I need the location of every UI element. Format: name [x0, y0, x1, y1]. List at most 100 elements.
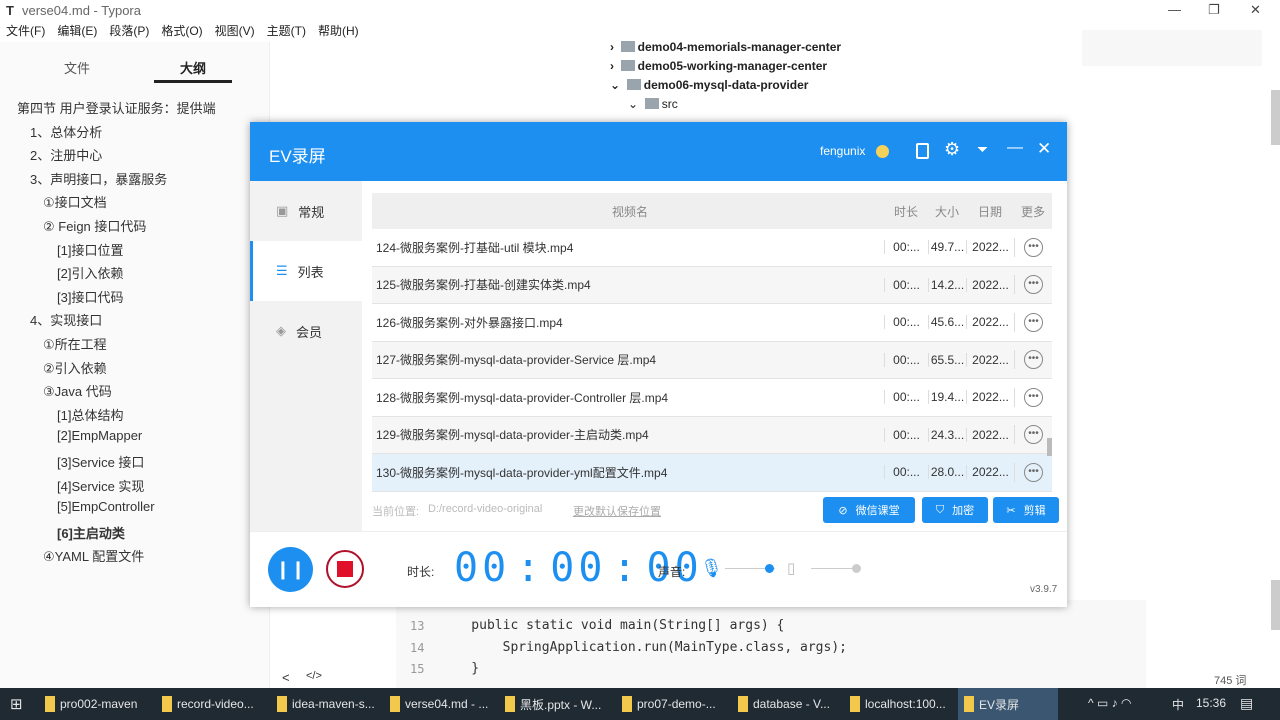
encrypt-button[interactable]: ⛉ 加密	[922, 497, 988, 523]
more-icon[interactable]: •••	[1024, 462, 1043, 482]
code-line[interactable]: public static void main(String[] args) {	[440, 618, 784, 633]
tab-files[interactable]: 文件	[64, 58, 90, 77]
tree-item[interactable]: ⌄ demo06-mysql-data-provider	[610, 78, 808, 92]
outline-item[interactable]: [3]Service 接口	[57, 452, 144, 471]
taskbar-item[interactable]: localhost:100...	[850, 688, 946, 720]
outline-item[interactable]: 3、声明接口，暴露服务	[30, 169, 167, 188]
taskbar-item[interactable]: verse04.md - ...	[390, 688, 488, 720]
col-size[interactable]: 大小	[928, 203, 966, 220]
wechat-class-button[interactable]: ⊘ 微信课堂	[823, 497, 915, 523]
more-icon[interactable]: •••	[1024, 275, 1043, 295]
clock[interactable]: 15:36	[1196, 696, 1226, 710]
menu-view[interactable]: 视图(V)	[215, 22, 255, 42]
menu-paragraph[interactable]: 段落(P)	[109, 22, 149, 42]
stop-button[interactable]	[326, 550, 364, 588]
speaker-volume-slider[interactable]	[811, 564, 861, 573]
code-line[interactable]: SpringApplication.run(MainType.class, ar…	[440, 640, 847, 655]
table-scrollbar[interactable]	[1047, 438, 1052, 456]
more-icon[interactable]: •••	[1024, 237, 1043, 257]
minimize-icon[interactable]: —	[1168, 2, 1181, 17]
nav-general[interactable]: ▣ 常规	[250, 181, 362, 241]
taskbar-item[interactable]: record-video...	[162, 688, 254, 720]
code-line[interactable]: }	[440, 661, 479, 676]
close-icon[interactable]: ✕	[1250, 2, 1261, 18]
outline-item[interactable]: [6]主启动类	[57, 523, 125, 542]
change-location-link[interactable]: 更改默认保存位置	[573, 503, 661, 519]
close-icon[interactable]: ✕	[1037, 139, 1051, 159]
tab-outline[interactable]: 大纲	[180, 58, 206, 77]
taskbar-label: EV录屏	[979, 697, 1020, 712]
slider-handle[interactable]	[765, 564, 774, 573]
table-row[interactable]: 130-微服务案例-mysql-data-provider-yml配置文件.mp…	[372, 454, 1052, 492]
taskbar-item[interactable]: 黑板.pptx - W...	[505, 688, 601, 720]
mini-mode-icon[interactable]	[916, 143, 929, 159]
source-code-icon[interactable]: </>	[306, 670, 322, 682]
edit-button[interactable]: ✂ 剪辑	[993, 497, 1059, 523]
outline-item[interactable]: ①接口文档	[43, 192, 107, 211]
taskbar-item[interactable]: pro002-maven	[45, 688, 137, 720]
menu-edit[interactable]: 编辑(E)	[57, 22, 97, 42]
tree-item[interactable]: › demo05-working-manager-center	[610, 59, 827, 73]
table-row[interactable]: 127-微服务案例-mysql-data-provider-Service 层.…	[372, 341, 1052, 379]
ime-indicator[interactable]: 中	[1172, 696, 1184, 713]
more-icon[interactable]: •••	[1024, 312, 1043, 332]
outline-item[interactable]: ③Java 代码	[43, 381, 112, 400]
table-row[interactable]: 129-微服务案例-mysql-data-provider-主启动类.mp4 00…	[372, 416, 1052, 454]
taskbar-item[interactable]: EV录屏	[958, 688, 1058, 720]
outline-item[interactable]: ② Feign 接口代码	[43, 216, 146, 235]
outline-item[interactable]: ④YAML 配置文件	[43, 546, 144, 565]
tree-item[interactable]: › demo04-memorials-manager-center	[610, 40, 841, 54]
cell-dur: 00:...	[884, 277, 928, 292]
speaker-icon[interactable]: ▯	[787, 559, 795, 577]
taskbar-item[interactable]: pro07-demo-...	[622, 688, 716, 720]
outline-item[interactable]: 2、注册中心	[30, 145, 102, 164]
col-name[interactable]: 视频名	[372, 203, 884, 220]
outline-item[interactable]: [2]EmpMapper	[57, 428, 142, 443]
table-row[interactable]: 124-微服务案例-打基础-util 模块.mp4 00:... 49.7... 20…	[372, 229, 1052, 267]
outline-item[interactable]: [2]引入依赖	[57, 263, 123, 282]
pause-button[interactable]: ❙❙	[268, 547, 313, 592]
dropdown-icon[interactable]: ⏷	[977, 141, 988, 158]
table-row[interactable]: 126-微服务案例-对外暴露接口.mp4 00:... 45.6... 2022...…	[372, 304, 1052, 342]
taskbar-item[interactable]: idea-maven-s...	[277, 688, 375, 720]
username[interactable]: fengunix	[820, 144, 865, 158]
settings-icon[interactable]: ⚙	[944, 139, 960, 160]
more-icon[interactable]: •••	[1024, 387, 1043, 407]
col-duration[interactable]: 时长	[884, 203, 928, 220]
tree-item[interactable]: ⌄ src	[628, 97, 678, 111]
notification-icon[interactable]: ▤	[1240, 695, 1253, 712]
collapse-icon[interactable]: <	[282, 670, 290, 685]
scrollbar[interactable]	[1271, 580, 1280, 630]
outline-item[interactable]: [3]接口代码	[57, 287, 123, 306]
table-row[interactable]: 125-微服务案例-打基础-创建实体类.mp4 00:... 14.2... 2022…	[372, 266, 1052, 304]
windows-start-icon[interactable]: ⊞	[10, 695, 23, 713]
restore-icon[interactable]: ❐	[1208, 2, 1220, 18]
col-date[interactable]: 日期	[966, 203, 1014, 220]
outline-item[interactable]: [1]接口位置	[57, 240, 123, 259]
menu-help[interactable]: 帮助(H)	[318, 22, 359, 42]
nav-member[interactable]: ◈ 会员	[250, 301, 362, 361]
cell-date: 2022...	[966, 465, 1014, 480]
more-icon[interactable]: •••	[1024, 350, 1043, 370]
outline-item[interactable]: ②引入依赖	[43, 358, 107, 377]
slider-handle[interactable]	[851, 564, 861, 573]
mic-volume-slider[interactable]	[725, 564, 775, 573]
menu-format[interactable]: 格式(O)	[161, 22, 202, 42]
outline-item[interactable]: [5]EmpController	[57, 499, 155, 514]
outline-item[interactable]: ①所在工程	[43, 334, 107, 353]
menu-file[interactable]: 文件(F)	[6, 22, 45, 42]
minimize-icon[interactable]: —	[1007, 139, 1023, 157]
outline-item[interactable]: [4]Service 实现	[57, 476, 144, 495]
outline-item[interactable]: 1、总体分析	[30, 122, 102, 141]
taskbar-item[interactable]: database - V...	[738, 688, 830, 720]
outline-item[interactable]: 第四节 用户登录认证服务：提供端	[17, 98, 216, 117]
outline-item[interactable]: [1]总体结构	[57, 405, 123, 424]
microphone-icon[interactable]: 🎙	[700, 558, 723, 579]
outline-item[interactable]: 4、实现接口	[30, 310, 102, 329]
nav-list[interactable]: ☰ 列表	[250, 241, 362, 301]
menu-theme[interactable]: 主题(T)	[267, 22, 306, 42]
tray-icons[interactable]: ^ ▭ ♪ ◠	[1088, 696, 1131, 710]
table-row[interactable]: 128-微服务案例-mysql-data-provider-Controller…	[372, 379, 1052, 417]
more-icon[interactable]: •••	[1024, 425, 1043, 445]
scrollbar[interactable]	[1271, 90, 1280, 145]
